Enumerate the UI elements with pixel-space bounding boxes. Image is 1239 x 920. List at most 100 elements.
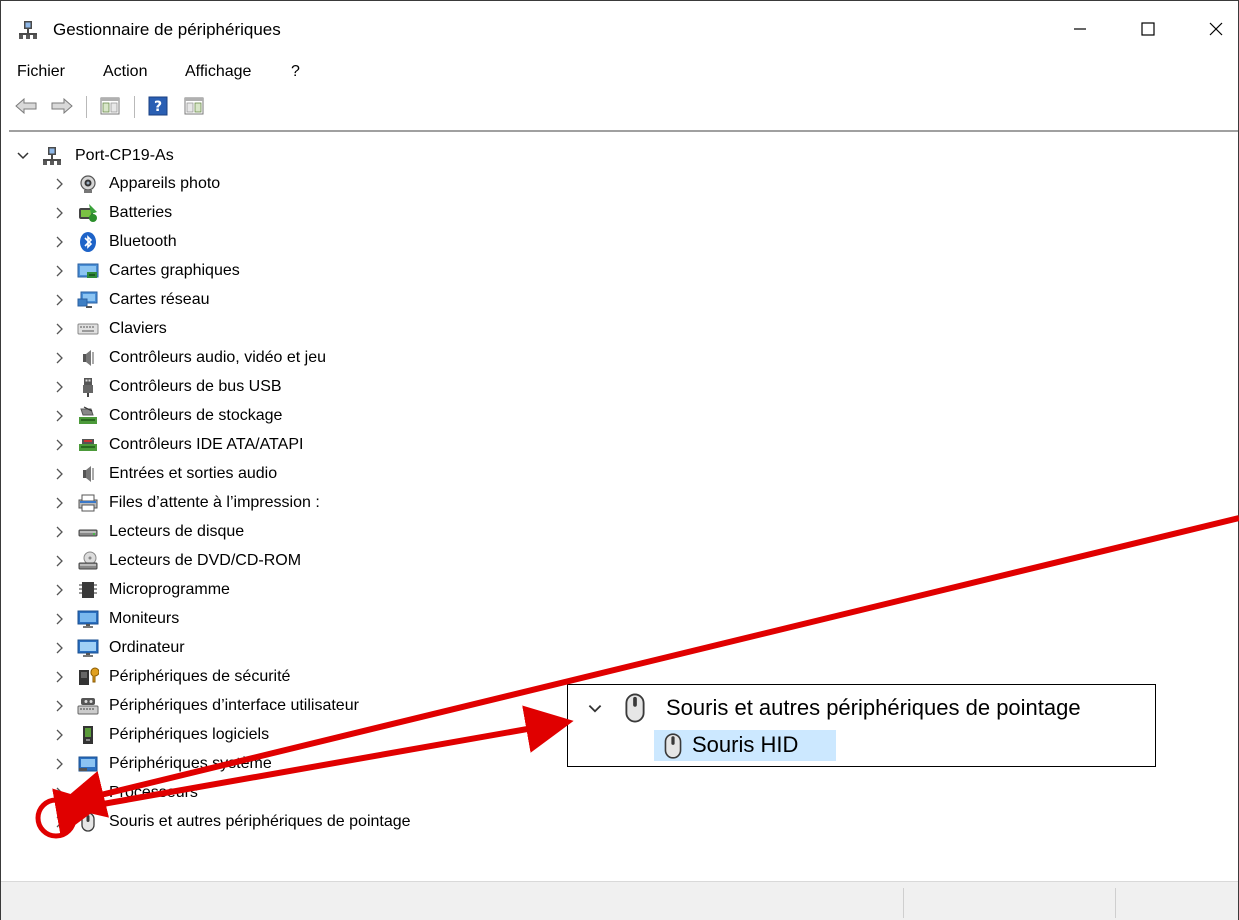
ide-controller-icon (79, 439, 97, 451)
bluetooth-icon (80, 232, 96, 252)
chevron-right-icon[interactable] (51, 524, 67, 540)
help-icon: ? (148, 96, 168, 116)
toolbar-divider (9, 130, 1238, 132)
tree-item[interactable]: Ordinateur (11, 634, 531, 662)
network-adapter-icon (77, 291, 98, 308)
chevron-right-icon[interactable] (51, 553, 67, 569)
chevron-right-icon[interactable] (51, 263, 67, 279)
chevron-right-icon[interactable] (51, 350, 67, 366)
mouse-icon (81, 812, 95, 832)
console-tree-button[interactable] (97, 94, 123, 118)
tree-item-label: Périphériques système (109, 755, 272, 772)
menu-fichier[interactable]: Fichier (17, 59, 65, 85)
system-device-icon (78, 756, 98, 772)
tree-item-label: Claviers (109, 320, 167, 337)
tree-item-label: Contrôleurs de stockage (109, 407, 283, 424)
chevron-right-icon[interactable] (51, 379, 67, 395)
chevron-right-icon[interactable] (51, 495, 67, 511)
tree-item-label: Périphériques d’interface utilisateur (109, 697, 359, 714)
close-button[interactable] (1193, 11, 1239, 47)
tree-item-label: Contrôleurs de bus USB (109, 378, 282, 395)
chevron-right-icon[interactable] (51, 611, 67, 627)
chevron-right-icon[interactable] (51, 437, 67, 453)
printer-icon (78, 494, 98, 512)
chevron-right-icon[interactable] (51, 234, 67, 250)
tree-item[interactable]: Files d’attente à l’impression : (11, 489, 531, 517)
tree-item-label: Ordinateur (109, 639, 185, 656)
tree-item[interactable]: Contrôleurs IDE ATA/ATAPI (11, 431, 531, 459)
chevron-right-icon[interactable] (51, 814, 67, 830)
tree-item[interactable]: Périphériques logiciels (11, 721, 531, 749)
toolbar-separator (134, 96, 135, 118)
tree-item[interactable]: Souris et autres périphériques de pointa… (11, 808, 531, 836)
zoom-inset: Souris et autres périphériques de pointa… (567, 684, 1156, 767)
tree-item[interactable]: Contrôleurs de bus USB (11, 373, 531, 401)
show-hide-action-pane-icon (184, 97, 204, 115)
chevron-right-icon[interactable] (51, 408, 67, 424)
tree-item[interactable]: Claviers (11, 315, 531, 343)
tree-item[interactable]: Microprogramme (11, 576, 531, 604)
status-divider (1115, 888, 1116, 918)
display-adapter-icon (77, 263, 99, 278)
tree-item[interactable]: Batteries (11, 199, 531, 227)
tree-item[interactable]: Bluetooth (11, 228, 531, 256)
tree-item[interactable]: Moniteurs (11, 605, 531, 633)
chevron-right-icon[interactable] (51, 698, 67, 714)
minimize-button[interactable] (1057, 11, 1103, 47)
chevron-right-icon[interactable] (51, 669, 67, 685)
forward-button[interactable] (49, 94, 75, 118)
chevron-right-icon[interactable] (51, 582, 67, 598)
device-manager-icon (19, 21, 37, 39)
inset-selected-child[interactable]: Souris HID (654, 730, 836, 761)
tree-item-label: Périphériques de sécurité (109, 668, 291, 685)
tree-item[interactable]: Lecteurs de DVD/CD-ROM (11, 547, 531, 575)
tree-root-label: Port-CP19-As (75, 147, 174, 164)
chevron-right-icon[interactable] (51, 292, 67, 308)
status-divider (903, 888, 904, 918)
chevron-right-icon[interactable] (51, 176, 67, 192)
tree-item[interactable]: Périphériques d’interface utilisateur (11, 692, 531, 720)
window-title: Gestionnaire de périphériques (53, 20, 281, 39)
show-hide-console-tree-icon (100, 97, 120, 115)
tree-item-label: Cartes réseau (109, 291, 210, 308)
menu-action[interactable]: Action (103, 59, 147, 85)
tree-item[interactable]: Appareils photo (11, 170, 531, 198)
tree-item[interactable]: Processeurs (11, 779, 531, 807)
chevron-down-icon[interactable] (15, 148, 31, 164)
minimize-icon (1074, 28, 1086, 30)
software-device-icon (83, 726, 93, 744)
action-pane-button[interactable] (181, 94, 207, 118)
tree-item-label: Moniteurs (109, 610, 180, 627)
help-button[interactable]: ? (145, 94, 171, 118)
menu-help[interactable]: ? (291, 59, 300, 85)
chevron-right-icon[interactable] (51, 205, 67, 221)
security-device-icon (79, 667, 99, 685)
tree-item[interactable]: Périphériques de sécurité (11, 663, 531, 691)
tree-item[interactable]: Contrôleurs de stockage (11, 402, 531, 430)
hid-icon (77, 698, 99, 715)
chevron-right-icon[interactable] (51, 756, 67, 772)
tree-item[interactable]: Contrôleurs audio, vidéo et jeu (11, 344, 531, 372)
tree-item-label: Cartes graphiques (109, 262, 240, 279)
chevron-right-icon[interactable] (51, 640, 67, 656)
chevron-right-icon[interactable] (51, 785, 67, 801)
inset-child-label: Souris HID (692, 732, 799, 757)
tree-item[interactable]: Lecteurs de disque (11, 518, 531, 546)
tree-item[interactable]: Périphériques système (11, 750, 531, 778)
menu-affichage[interactable]: Affichage (185, 59, 251, 85)
tree-item[interactable]: Cartes graphiques (11, 257, 531, 285)
back-button[interactable] (13, 94, 39, 118)
chevron-right-icon[interactable] (51, 321, 67, 337)
storage-controller-icon (79, 406, 97, 424)
maximize-icon (1141, 22, 1155, 36)
tree-item[interactable]: Entrées et sorties audio (11, 460, 531, 488)
chevron-right-icon[interactable] (51, 466, 67, 482)
tree-item-label: Entrées et sorties audio (109, 465, 278, 482)
chevron-right-icon[interactable] (51, 727, 67, 743)
menu-bar: Fichier Action Affichage ? (1, 59, 1238, 85)
toolbar-separator (86, 96, 87, 118)
tree-root[interactable]: Port-CP19-As (11, 142, 531, 170)
device-manager-window: Gestionnaire de périphériques Fichier Ac… (0, 0, 1239, 920)
tree-item[interactable]: Cartes réseau (11, 286, 531, 314)
maximize-button[interactable] (1125, 11, 1171, 47)
